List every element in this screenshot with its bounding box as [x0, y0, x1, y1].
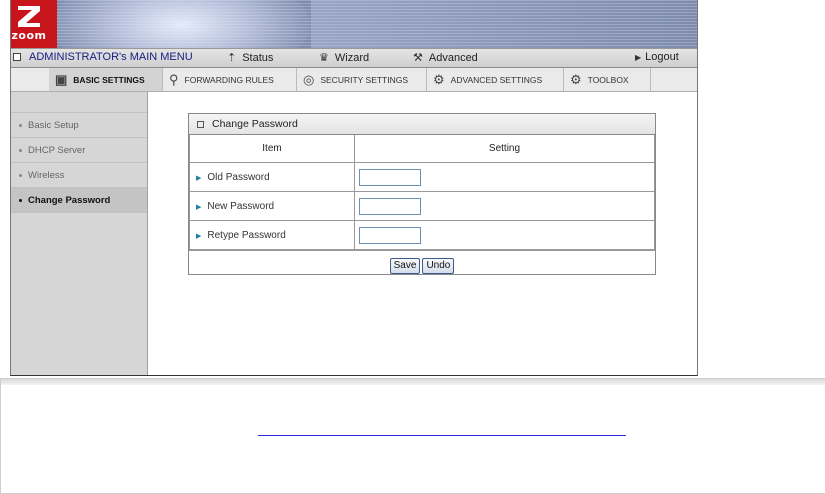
table-row: ▶ Retype Password	[189, 220, 655, 250]
menu-status-label: Status	[242, 51, 274, 64]
router-admin-frame: zoom ADMINISTRATOR's MAIN MENU ⇡ Status …	[10, 0, 698, 376]
menu-wizard-label: Wizard	[334, 51, 370, 64]
square-bullet-icon	[197, 120, 204, 128]
column-header-item: Item	[189, 135, 355, 163]
column-header-setting: Setting	[354, 135, 655, 163]
table-row: ▶ Old Password	[189, 162, 655, 192]
change-password-panel: Change Password Item Setting ▶ Old Passwo…	[188, 113, 656, 275]
sidebar-item-wireless[interactable]: Wireless	[11, 163, 147, 188]
admin-main-menu[interactable]: ADMINISTRATOR's MAIN MENU	[13, 51, 193, 63]
table-header-row: Item Setting	[189, 135, 655, 163]
arrow-bullet-icon: ▶	[196, 174, 202, 182]
arrow-bullet-icon: ▶	[196, 203, 202, 211]
row-setting-cell	[354, 191, 655, 221]
button-row: Save Undo	[189, 250, 655, 280]
logout-arrow-icon: ▶	[635, 52, 642, 62]
basic-settings-icon: ▣	[55, 71, 68, 87]
sidebar-item-label: Basic Setup	[28, 119, 79, 131]
tab-forwarding-rules-label: FORWARDING RULES	[184, 74, 274, 85]
password-table: Item Setting ▶ Old Password ▶ New Password	[189, 135, 655, 250]
logo-wordmark: zoom	[11, 29, 47, 42]
tab-forwarding-rules[interactable]: ⚲ FORWARDING RULES	[163, 68, 297, 91]
forwarding-rules-icon: ⚲	[169, 71, 179, 87]
bullet-icon	[19, 148, 22, 152]
zoom-z-icon	[18, 6, 40, 27]
panel-title: Change Password	[212, 118, 298, 130]
tab-basic-settings[interactable]: ▣ BASIC SETTINGS	[49, 68, 163, 91]
bottom-area	[0, 378, 825, 494]
new-password-field[interactable]	[359, 197, 421, 215]
panel-title-bar: Change Password	[189, 114, 655, 135]
tab-toolbox-label: TOOLBOX	[587, 74, 629, 85]
category-tab-bar: ▣ BASIC SETTINGS ⚲ FORWARDING RULES ◎ SE…	[11, 68, 697, 92]
toolbox-icon: ⚙	[570, 71, 582, 87]
tab-security-settings[interactable]: ◎ SECURITY SETTINGS	[297, 68, 427, 91]
sidebar-item-change-password[interactable]: Change Password	[11, 188, 147, 213]
retype-password-label: Retype Password	[207, 229, 286, 241]
retype-password-field[interactable]	[359, 226, 421, 244]
row-label-cell: ▶ Old Password	[189, 162, 355, 192]
status-icon: ⇡	[227, 52, 237, 64]
tab-security-settings-label: SECURITY SETTINGS	[320, 74, 409, 85]
advanced-settings-icon: ⚙	[433, 71, 445, 87]
left-sidebar: Basic Setup DHCP Server Wireless Change …	[11, 92, 148, 375]
sidebar-item-label: Wireless	[28, 169, 65, 181]
main-menu-bar: ADMINISTRATOR's MAIN MENU ⇡ Status ♛ Wiz…	[11, 48, 697, 68]
save-button[interactable]: Save	[389, 257, 421, 274]
banner-shine	[311, 0, 691, 48]
row-setting-cell	[354, 220, 655, 250]
bottom-top-bar	[1, 379, 825, 385]
tab-advanced-settings-label: ADVANCED SETTINGS	[450, 74, 543, 85]
menu-logout[interactable]: ▶ Logout	[635, 51, 679, 63]
sidebar-item-basic-setup[interactable]: Basic Setup	[11, 112, 147, 138]
sidebar-item-dhcp-server[interactable]: DHCP Server	[11, 138, 147, 163]
wizard-icon: ♛	[319, 52, 329, 64]
row-label-cell: ▶ New Password	[189, 191, 355, 221]
bullet-icon	[19, 173, 22, 177]
banner-glow	[51, 0, 311, 48]
tab-advanced-settings[interactable]: ⚙ ADVANCED SETTINGS	[427, 68, 564, 91]
menu-status[interactable]: ⇡ Status	[227, 51, 274, 65]
security-settings-icon: ◎	[303, 71, 315, 87]
old-password-label: Old Password	[207, 171, 270, 183]
tab-basic-settings-label: BASIC SETTINGS	[73, 74, 145, 85]
menu-advanced[interactable]: ⚒ Advanced	[413, 51, 478, 65]
row-label-cell: ▶ Retype Password	[189, 220, 355, 250]
tab-toolbox[interactable]: ⚙ TOOLBOX	[564, 68, 651, 91]
advanced-icon: ⚒	[413, 52, 423, 64]
bullet-icon	[19, 198, 22, 202]
menu-logout-label: Logout	[645, 51, 679, 63]
row-setting-cell	[354, 162, 655, 192]
bullet-icon	[19, 123, 22, 127]
underlined-link[interactable]	[258, 435, 626, 436]
new-password-label: New Password	[207, 200, 275, 212]
arrow-bullet-icon: ▶	[196, 232, 202, 240]
zoom-logo: zoom	[11, 0, 57, 48]
admin-main-menu-label: ADMINISTRATOR's MAIN MENU	[29, 51, 193, 63]
menu-wizard[interactable]: ♛ Wizard	[319, 51, 370, 65]
sidebar-item-label: Change Password	[28, 194, 111, 206]
square-bullet-icon	[13, 53, 21, 61]
undo-button[interactable]: Undo	[422, 257, 455, 274]
table-row: ▶ New Password	[189, 191, 655, 221]
sidebar-item-label: DHCP Server	[28, 144, 86, 156]
menu-advanced-label: Advanced	[428, 51, 478, 64]
header-banner	[11, 0, 697, 48]
old-password-field[interactable]	[359, 168, 421, 186]
